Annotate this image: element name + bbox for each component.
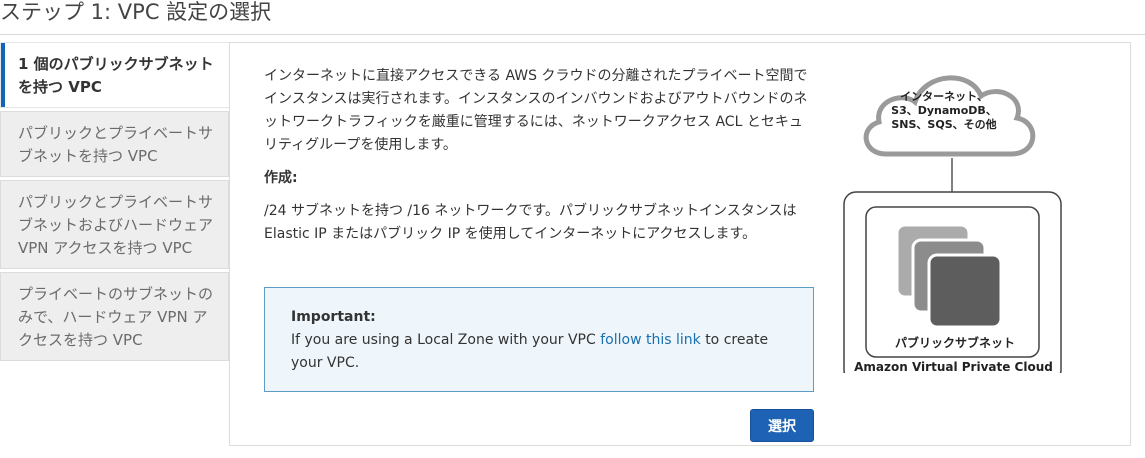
description-text: インターネットに直接アクセスできる AWS クラウドの分離されたプライベート空間…: [264, 68, 808, 153]
select-button[interactable]: 選択: [750, 409, 814, 442]
config-description: インターネットに直接アクセスできる AWS クラウドの分離されたプライベート空間…: [264, 65, 816, 246]
create-heading: 作成:: [264, 170, 298, 186]
sidebar-item-label: プライベートのサブネットのみで、ハードウェア VPN アクセスを持つ VPC: [18, 285, 214, 349]
cloud-label-line: SNS、SQS、その他: [891, 118, 997, 131]
sidebar-item-public-private-vpn[interactable]: パブリックとプライベートサブネットおよびハードウェア VPN アクセスを持つ V…: [0, 180, 229, 269]
vpc-config-sidebar: 1 個のパブリックサブネットを持つ VPC パブリックとプライベートサブネットを…: [0, 42, 229, 364]
notice-text-before: If you are using a Local Zone with your …: [291, 332, 596, 348]
subnet-label: パブリックサブネット: [894, 336, 1015, 350]
sidebar-item-label: パブリックとプライベートサブネットを持つ VPC: [18, 124, 214, 165]
sidebar-item-label: パブリックとプライベートサブネットおよびハードウェア VPN アクセスを持つ V…: [18, 193, 214, 257]
sidebar-item-label: 1 個のパブリックサブネットを持つ VPC: [18, 55, 214, 96]
page-title: ステップ 1: VPC 設定の選択: [0, 0, 272, 24]
vpc-diagram: インターネット、 S3、DynamoDB、 SNS、SQS、その他 パブリックサ…: [841, 58, 1066, 374]
instance-icon: [927, 253, 1003, 329]
cloud-label-line: インターネット、: [900, 90, 988, 103]
notice-heading: Important:: [291, 309, 376, 325]
sidebar-item-public-private-subnets[interactable]: パブリックとプライベートサブネットを持つ VPC: [0, 111, 229, 177]
cloud-label-line: S3、DynamoDB、: [891, 104, 997, 117]
create-text: /24 サブネットを持つ /16 ネットワークです。パブリックサブネットインスタ…: [264, 203, 797, 242]
title-divider: [0, 34, 1145, 35]
vpc-label: Amazon Virtual Private Cloud: [854, 360, 1053, 374]
local-zone-link[interactable]: follow this link: [600, 332, 701, 348]
important-notice: Important: If you are using a Local Zone…: [264, 287, 814, 392]
notice-body: If you are using a Local Zone with your …: [291, 329, 787, 375]
sidebar-item-public-subnet[interactable]: 1 個のパブリックサブネットを持つ VPC: [0, 42, 229, 108]
sidebar-item-private-vpn[interactable]: プライベートのサブネットのみで、ハードウェア VPN アクセスを持つ VPC: [0, 272, 229, 361]
cloud-label: インターネット、 S3、DynamoDB、 SNS、SQS、その他: [869, 90, 1019, 132]
config-detail-panel: インターネットに直接アクセスできる AWS クラウドの分離されたプライベート空間…: [229, 42, 1131, 446]
